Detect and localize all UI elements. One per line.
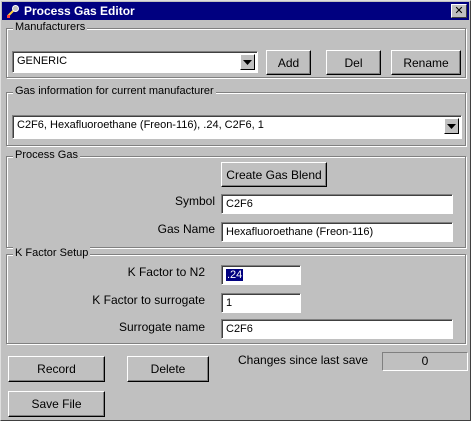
manufacturers-group-label: Manufacturers	[13, 21, 88, 34]
manufacturer-selected-value: GENERIC	[17, 55, 68, 67]
changes-since-save-label: Changes since last save	[238, 353, 369, 367]
del-button[interactable]: Del	[326, 50, 381, 75]
k-factor-n2-input[interactable]: .24	[221, 265, 301, 285]
k-factor-n2-label: K Factor to N2	[127, 265, 205, 279]
gas-valve-icon	[5, 3, 21, 19]
window-title: Process Gas Editor	[24, 4, 135, 18]
gas-info-group-label: Gas information for current manufacturer	[13, 85, 216, 98]
symbol-input[interactable]: C2F6	[221, 194, 453, 214]
manufacturer-dropdown-button[interactable]	[240, 54, 255, 70]
changes-count-readout: 0	[382, 352, 468, 371]
create-gas-blend-button[interactable]: Create Gas Blend	[221, 162, 327, 187]
title-bar[interactable]: Process Gas Editor ✕	[2, 2, 469, 20]
gas-info-selected-value: C2F6, Hexafluoroethane (Freon-116), .24,…	[17, 119, 264, 131]
k-factor-surrogate-input[interactable]: 1	[221, 293, 301, 313]
symbol-label: Symbol	[174, 194, 215, 208]
surrogate-name-value: C2F6	[226, 323, 253, 335]
process-gas-group-label: Process Gas	[13, 149, 80, 162]
close-icon: ✕	[454, 5, 464, 17]
rename-button[interactable]: Rename	[391, 50, 461, 75]
save-file-button[interactable]: Save File	[8, 391, 105, 417]
delete-button[interactable]: Delete	[127, 356, 209, 382]
symbol-value: C2F6	[226, 198, 253, 210]
chevron-down-icon	[447, 123, 456, 129]
gas-name-input[interactable]: Hexafluoroethane (Freon-116)	[221, 222, 453, 242]
k-factor-surrogate-label: K Factor to surrogate	[92, 293, 205, 307]
chevron-down-icon	[243, 59, 252, 65]
k-factor-group-label: K Factor Setup	[13, 247, 91, 260]
gas-name-value: Hexafluoroethane (Freon-116)	[226, 226, 374, 238]
k-factor-n2-value: .24	[226, 269, 244, 281]
add-button[interactable]: Add	[266, 50, 311, 75]
surrogate-name-input[interactable]: C2F6	[221, 319, 453, 339]
close-button[interactable]: ✕	[451, 4, 467, 18]
gas-name-label: Gas Name	[157, 222, 215, 236]
manufacturer-combobox[interactable]: GENERIC	[12, 51, 258, 73]
gas-info-dropdown-button[interactable]	[444, 118, 459, 134]
process-gas-editor-window: Process Gas Editor ✕ Manufacturers GENER…	[0, 0, 471, 421]
k-factor-surrogate-value: 1	[226, 297, 233, 309]
surrogate-name-label: Surrogate name	[118, 320, 205, 334]
record-button[interactable]: Record	[8, 356, 105, 382]
gas-info-combobox[interactable]: C2F6, Hexafluoroethane (Freon-116), .24,…	[12, 115, 462, 139]
